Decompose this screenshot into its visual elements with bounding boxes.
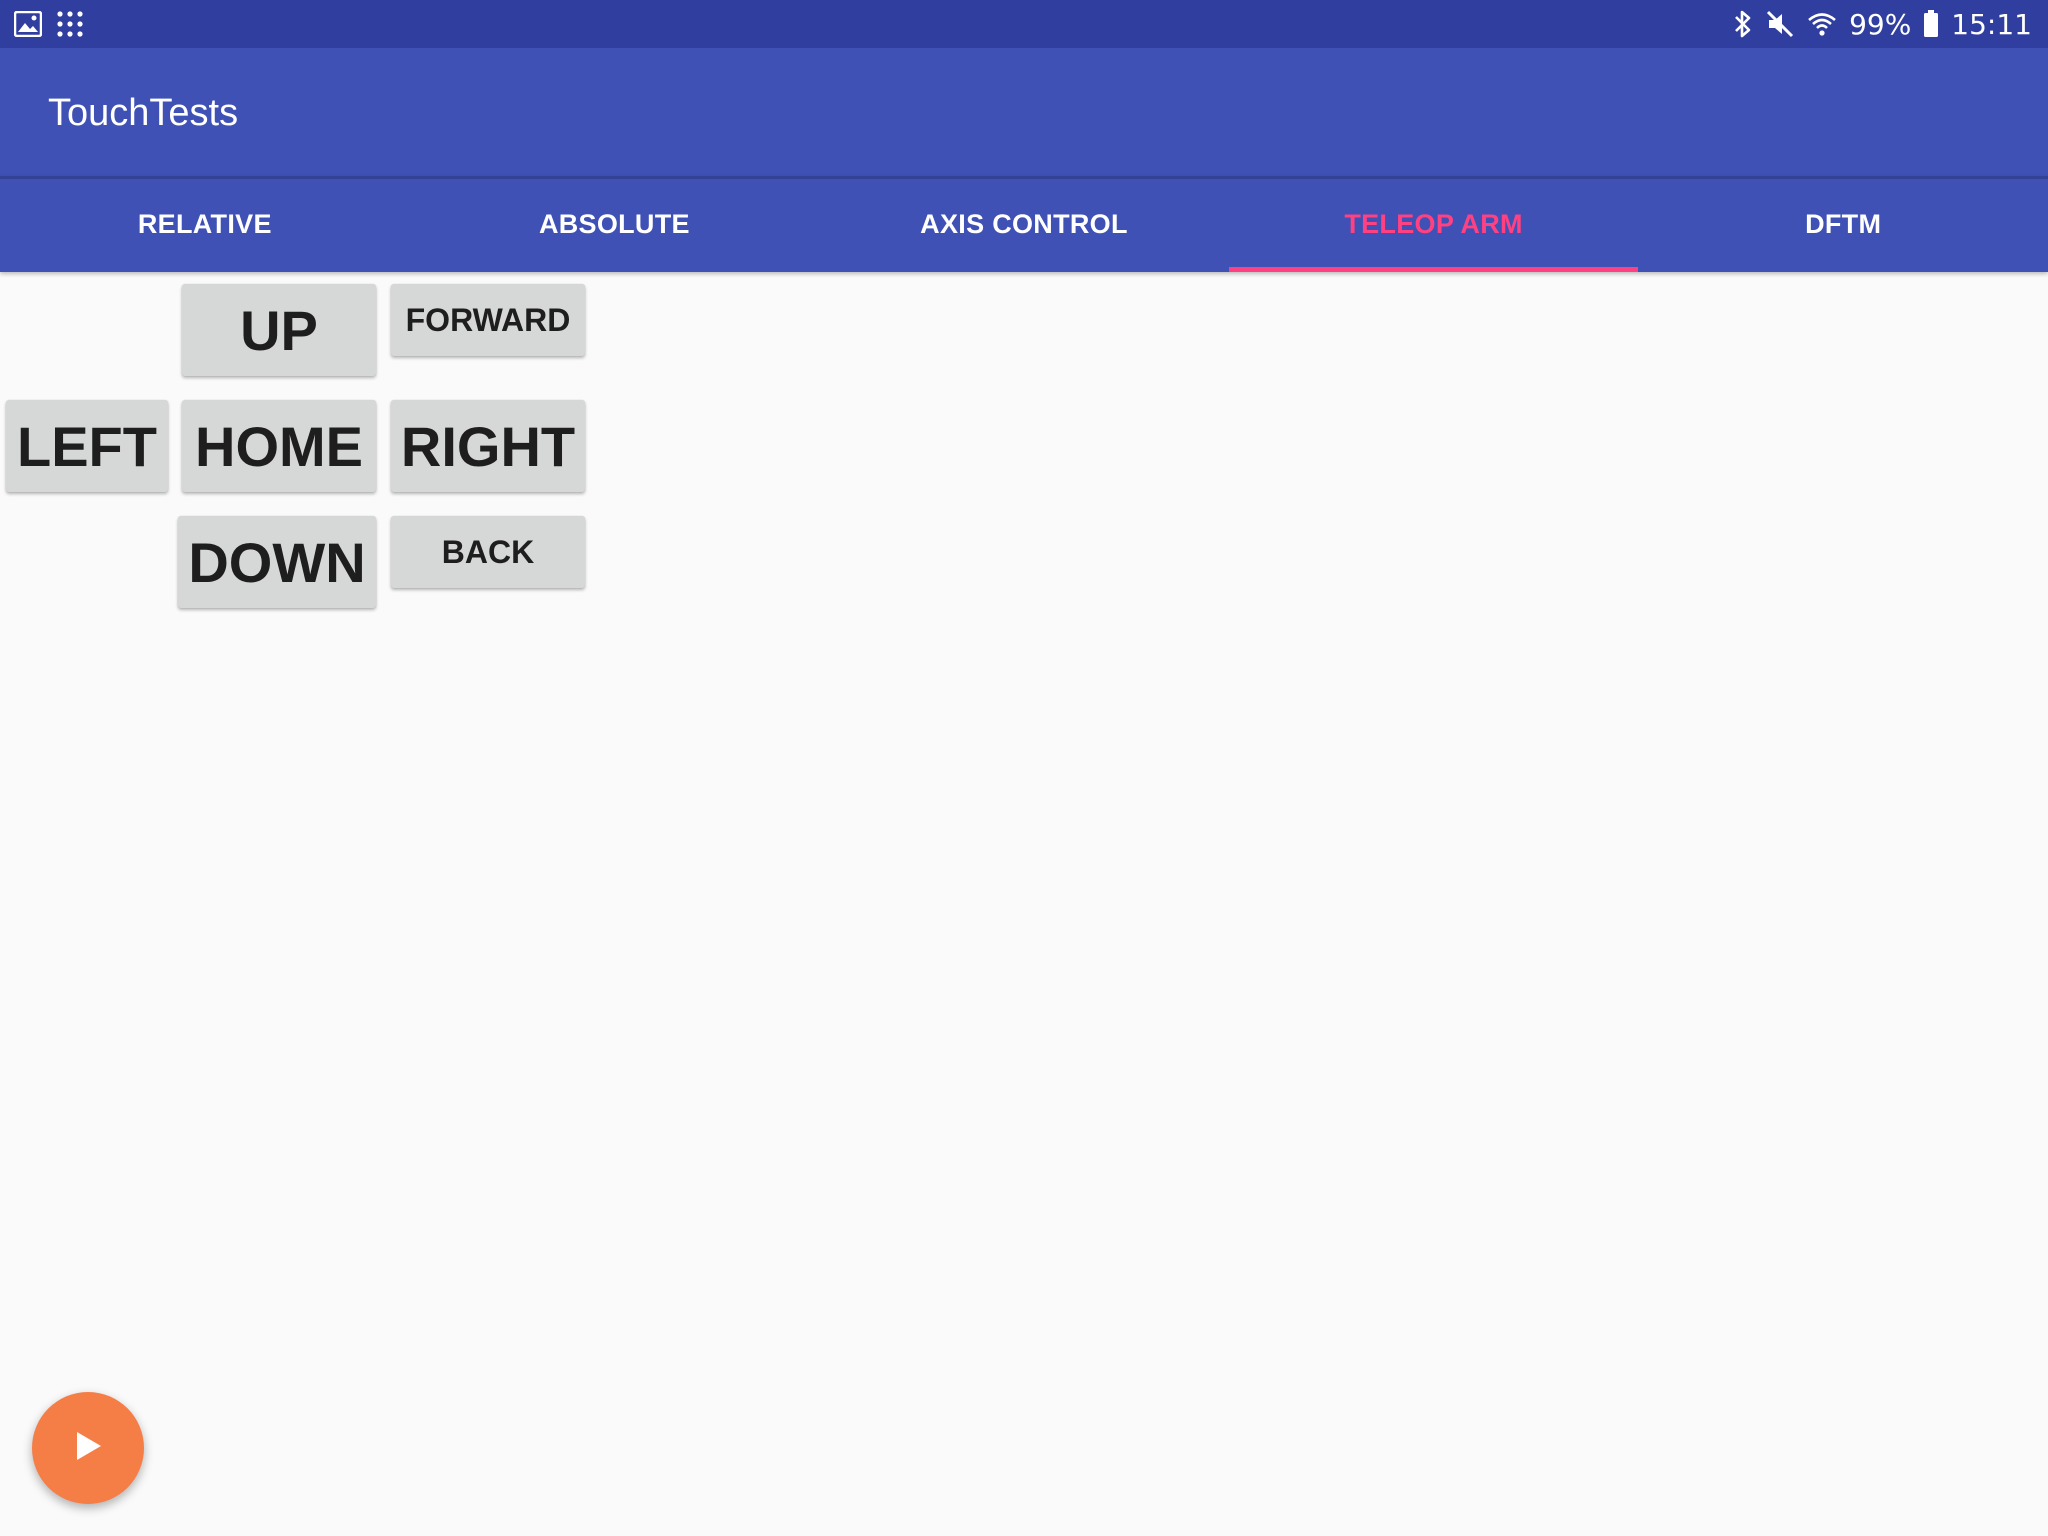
wifi-icon (1807, 10, 1837, 38)
status-bar: 99% 15:11 (0, 0, 2048, 48)
tab-label: DFTM (1805, 208, 1882, 239)
gallery-icon (14, 11, 42, 37)
battery-level: 99% (1849, 7, 1912, 41)
left-button[interactable]: LEFT (6, 400, 168, 492)
battery-icon (1923, 10, 1939, 38)
down-button[interactable]: DOWN (178, 516, 376, 608)
app-bar: TouchTests (0, 48, 2048, 176)
tab-absolute[interactable]: ABSOLUTE (410, 176, 820, 272)
status-left-icons (14, 10, 84, 38)
tab-label: ABSOLUTE (538, 208, 690, 239)
tab-teleop-arm[interactable]: TELEOP ARM (1228, 176, 1639, 272)
tab-label: RELATIVE (137, 208, 272, 239)
tab-label: AXIS CONTROL (920, 208, 1128, 239)
tab-label: TELEOP ARM (1344, 208, 1523, 239)
status-right-icons: 99% 15:11 (1733, 0, 2032, 48)
teleop-arm-panel: UP FORWARD LEFT HOME RIGHT DOWN BACK (0, 272, 2048, 1536)
play-icon (73, 1430, 103, 1467)
tab-bar: RELATIVE ABSOLUTE AXIS CONTROL TELEOP AR… (0, 176, 2048, 272)
apps-grid-icon (56, 10, 84, 38)
clock: 15:11 (1951, 7, 2032, 41)
bluetooth-icon (1733, 9, 1753, 39)
play-fab[interactable] (32, 1392, 144, 1504)
up-button[interactable]: UP (182, 284, 376, 376)
home-button[interactable]: HOME (182, 400, 376, 492)
tab-relative[interactable]: RELATIVE (0, 176, 410, 272)
app-title: TouchTests (48, 92, 239, 134)
forward-button[interactable]: FORWARD (391, 284, 585, 356)
tab-axis-control[interactable]: AXIS CONTROL (819, 176, 1229, 272)
mute-icon (1765, 9, 1795, 39)
right-button[interactable]: RIGHT (391, 400, 585, 492)
back-button[interactable]: BACK (391, 516, 585, 588)
tab-dftm[interactable]: DFTM (1638, 176, 2048, 272)
